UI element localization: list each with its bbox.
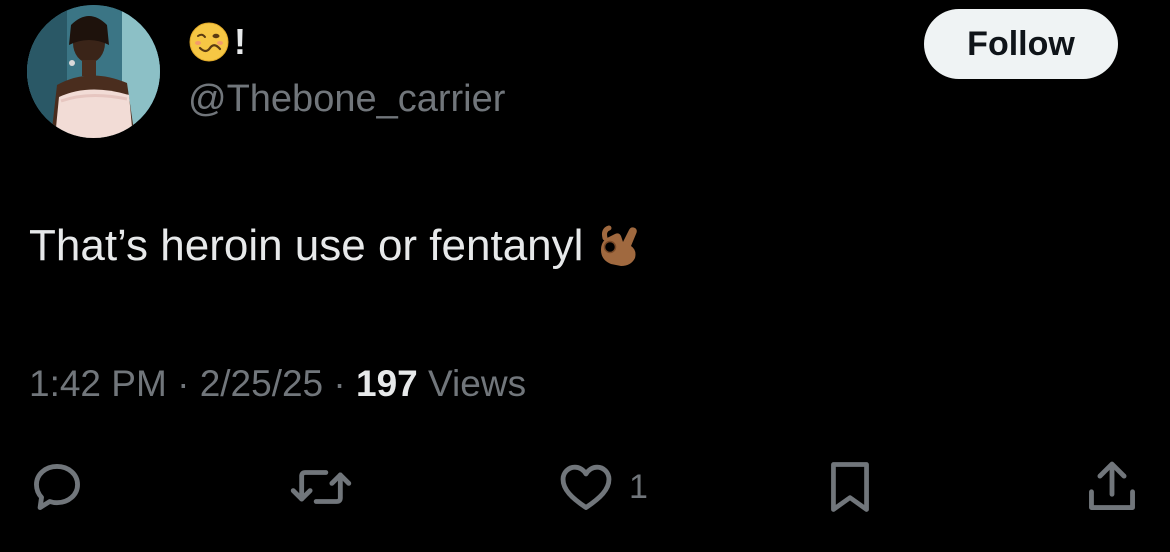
retweet-icon xyxy=(290,470,352,504)
display-name[interactable]: ! xyxy=(188,20,246,64)
avatar-photo-icon xyxy=(27,5,160,138)
like-count: 1 xyxy=(629,467,648,506)
bookmark-button[interactable] xyxy=(824,452,876,522)
meta-separator: · xyxy=(177,363,190,404)
tweet-text: That’s heroin use or fentanyl xyxy=(29,216,645,276)
reply-icon xyxy=(34,464,80,510)
tweet-time[interactable]: 1:42 PM xyxy=(29,363,167,404)
share-icon xyxy=(1089,461,1135,510)
like-button[interactable]: 1 xyxy=(557,452,648,522)
action-bar: 1 xyxy=(0,452,1170,522)
views-label: Views xyxy=(428,363,527,404)
bookmark-icon xyxy=(831,462,869,512)
ok-hand-icon xyxy=(601,225,638,266)
retweet-button[interactable] xyxy=(289,452,353,522)
avatar[interactable] xyxy=(27,5,160,138)
tweet-card: ! @Thebone_carrier Follow That’s heroin … xyxy=(0,0,1170,552)
tweet-date[interactable]: 2/25/25 xyxy=(200,363,323,404)
heart-icon xyxy=(560,464,612,510)
tweet-text-content: That’s heroin use or fentanyl xyxy=(29,221,584,270)
follow-button-label: Follow xyxy=(967,24,1075,63)
user-handle[interactable]: @Thebone_carrier xyxy=(188,76,505,122)
share-button[interactable] xyxy=(1083,452,1141,522)
reply-button[interactable] xyxy=(28,452,86,522)
views-count: 197 xyxy=(356,363,418,404)
display-name-suffix: ! xyxy=(234,21,246,62)
tweet-meta: 1:42 PM · 2/25/25 · 197 Views xyxy=(29,360,526,408)
follow-button[interactable]: Follow xyxy=(924,9,1118,79)
woozy-face-icon xyxy=(189,22,229,62)
meta-separator: · xyxy=(333,363,346,404)
